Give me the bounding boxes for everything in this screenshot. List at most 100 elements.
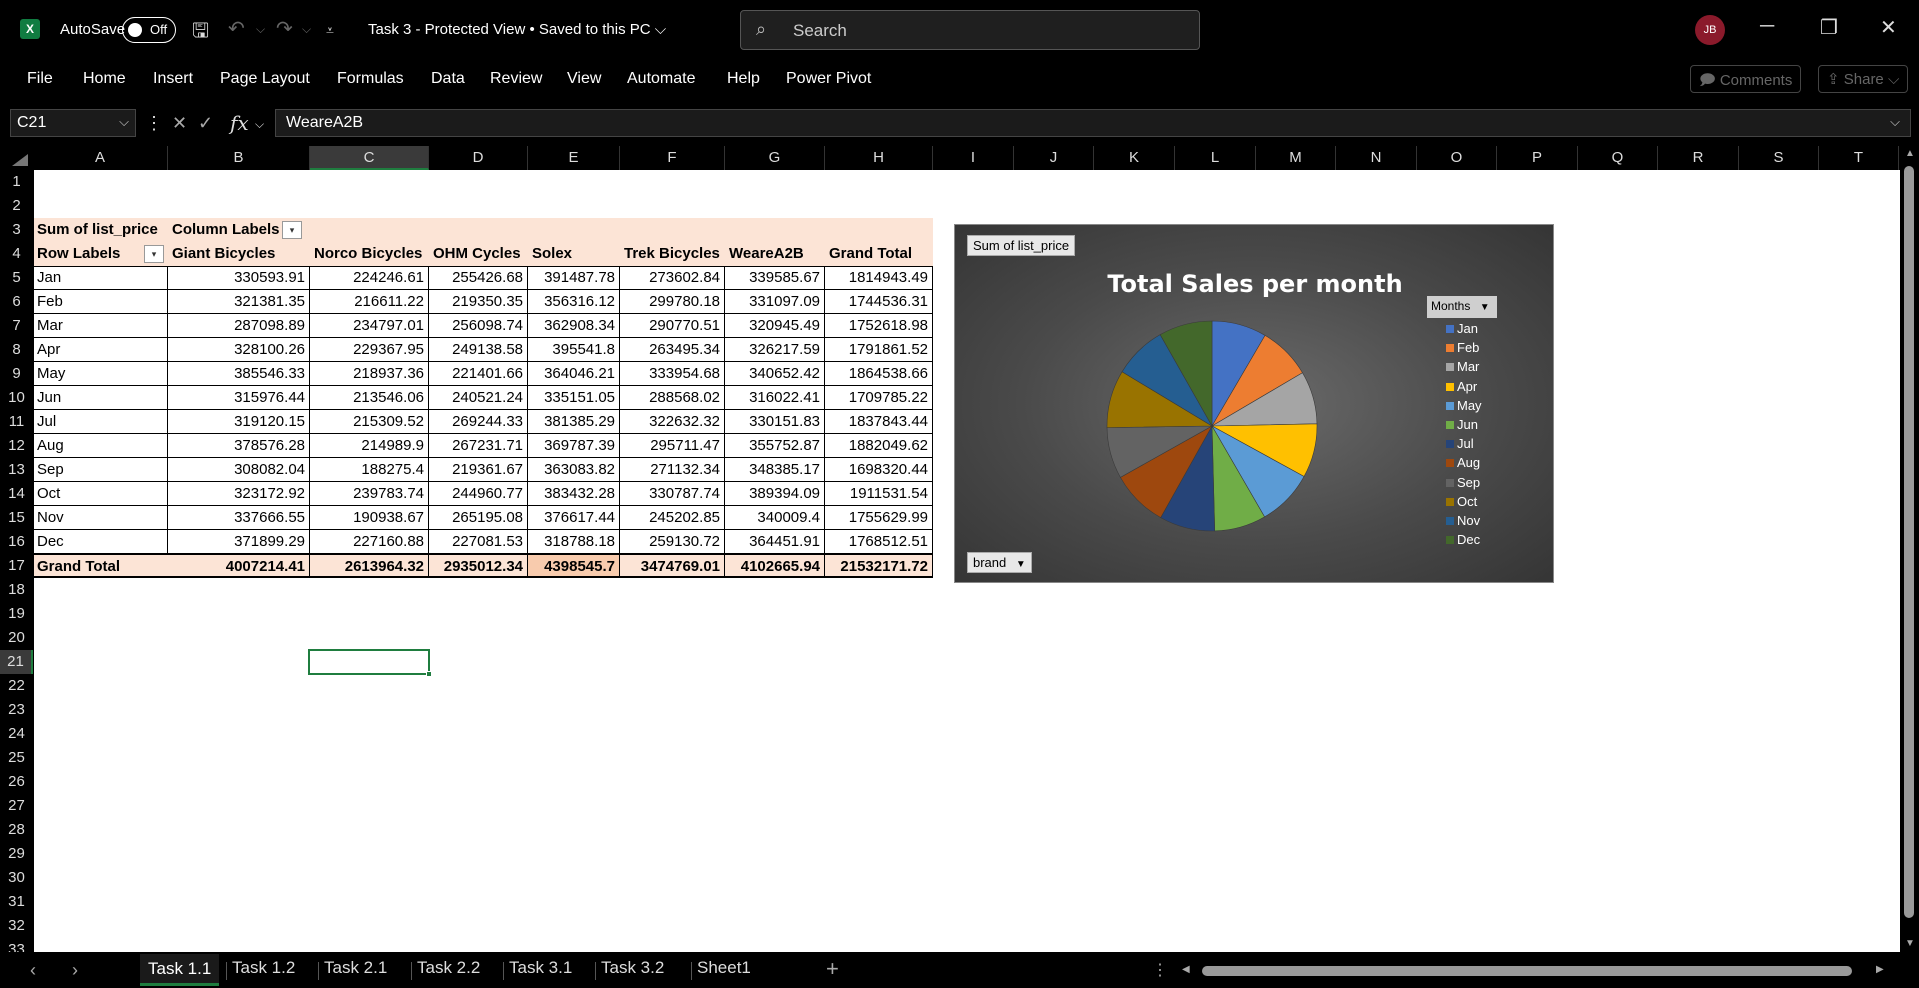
pivot-value-cell[interactable]: 376617.44 [528,506,620,530]
pivot-value-cell[interactable]: 378576.28 [168,434,310,458]
pivot-column-header[interactable]: Solex [528,242,620,266]
pivot-value-cell[interactable]: 385546.33 [168,362,310,386]
pivot-column-header[interactable]: WeareA2B [725,242,825,266]
pivot-value-cell[interactable]: 339585.67 [725,266,825,290]
pivot-value-cell[interactable]: 1752618.98 [825,314,933,338]
legend-item-dec[interactable]: Dec [1446,532,1480,550]
pivot-row-label[interactable]: Oct [34,482,168,506]
row-header-24[interactable]: 24 [0,722,33,746]
pivot-column-header[interactable]: Trek Bicycles [620,242,725,266]
pivot-value-cell[interactable]: 240521.24 [429,386,528,410]
legend-months-button[interactable]: Months ▼ [1427,296,1497,318]
pivot-value-cell[interactable]: 355752.87 [725,434,825,458]
row-header-7[interactable]: 7 [0,314,33,338]
pivot-value-cell[interactable]: 323172.92 [168,482,310,506]
row-header-26[interactable]: 26 [0,770,33,794]
pivot-row-label[interactable]: Jul [34,410,168,434]
row-header-18[interactable]: 18 [0,578,33,602]
pivot-value-cell[interactable]: 295711.47 [620,434,725,458]
pivot-value-cell[interactable]: 1744536.31 [825,290,933,314]
pivot-value-cell[interactable]: 391487.78 [528,266,620,290]
menu-formulas[interactable]: Formulas [337,70,404,88]
avatar[interactable]: JB [1695,15,1725,45]
column-header-r[interactable]: R [1658,146,1739,170]
cancel-icon[interactable]: ✕ [172,113,187,134]
pivot-value-cell[interactable]: 265195.08 [429,506,528,530]
legend-item-sep[interactable]: Sep [1446,475,1480,493]
pivot-value-cell[interactable]: 218937.36 [310,362,429,386]
legend-item-jan[interactable]: Jan [1446,321,1478,339]
enter-icon[interactable]: ✓ [198,113,213,134]
pivot-value-cell[interactable]: 1814943.49 [825,266,933,290]
pivot-value-cell[interactable]: 219361.67 [429,458,528,482]
grand-total-cell[interactable]: 4102665.94 [725,554,825,578]
row-header-5[interactable]: 5 [0,266,33,290]
pivot-value-cell[interactable]: 330787.74 [620,482,725,506]
row-header-9[interactable]: 9 [0,362,33,386]
row-header-33[interactable]: 33 [0,938,33,952]
pivot-value-cell[interactable]: 288568.02 [620,386,725,410]
row-header-25[interactable]: 25 [0,746,33,770]
column-header-h[interactable]: H [825,146,933,170]
legend-item-may[interactable]: May [1446,398,1482,416]
row-header-12[interactable]: 12 [0,434,33,458]
row-header-2[interactable]: 2 [0,194,33,218]
pivot-value-cell[interactable]: 371899.29 [168,530,310,554]
formula-input[interactable]: WeareA2B ⌵ [275,109,1911,137]
axis-field-button[interactable]: brand ▼ [967,552,1032,573]
menu-page-layout[interactable]: Page Layout [220,70,310,88]
customize-toolbar-icon[interactable]: ⩡ [326,22,334,39]
menu-data[interactable]: Data [431,70,465,88]
scroll-left-icon[interactable]: ◀ [1182,964,1190,975]
pivot-value-cell[interactable]: 215309.52 [310,410,429,434]
column-header-c[interactable]: C [310,146,429,170]
pivot-value-cell[interactable]: 216611.22 [310,290,429,314]
pivot-value-cell[interactable]: 364046.21 [528,362,620,386]
legend-item-mar[interactable]: Mar [1446,359,1479,377]
pivot-value-cell[interactable]: 269244.33 [429,410,528,434]
redo-dropdown-icon[interactable]: ⌵ [302,22,311,37]
scroll-down-icon[interactable]: ▼ [1905,938,1915,949]
pivot-value-cell[interactable]: 213546.06 [310,386,429,410]
menu-home[interactable]: Home [83,70,126,88]
column-header-g[interactable]: G [725,146,825,170]
legend-item-feb[interactable]: Feb [1446,340,1479,358]
pivot-value-cell[interactable]: 1698320.44 [825,458,933,482]
active-cell-c21[interactable] [308,649,432,677]
pivot-value-cell[interactable]: 188275.4 [310,458,429,482]
pivot-value-cell[interactable]: 369787.39 [528,434,620,458]
grand-total-cell[interactable]: 4398545.7 [528,554,620,578]
pivot-values-label[interactable]: Sum of list_price [34,218,168,242]
pivot-value-cell[interactable]: 287098.89 [168,314,310,338]
autosave-toggle[interactable]: Off [122,17,176,43]
row-header-22[interactable]: 22 [0,674,33,698]
column-header-e[interactable]: E [528,146,620,170]
row-header-20[interactable]: 20 [0,626,33,650]
sheet-tab-task-2-1[interactable]: Task 2.1 [324,958,387,984]
column-header-o[interactable]: O [1417,146,1497,170]
pivot-value-cell[interactable]: 271132.34 [620,458,725,482]
pivot-value-cell[interactable]: 340009.4 [725,506,825,530]
column-header-p[interactable]: P [1497,146,1578,170]
pivot-value-cell[interactable]: 321381.35 [168,290,310,314]
add-sheet-icon[interactable]: + [826,956,839,982]
select-all-corner[interactable] [12,154,28,166]
sheet-tab-task-2-2[interactable]: Task 2.2 [417,958,480,984]
pivot-value-cell[interactable]: 190938.67 [310,506,429,530]
pivot-value-cell[interactable]: 239783.74 [310,482,429,506]
pivot-value-cell[interactable]: 335151.05 [528,386,620,410]
row-header-27[interactable]: 27 [0,794,33,818]
pivot-value-cell[interactable]: 227081.53 [429,530,528,554]
pivot-value-cell[interactable]: 389394.09 [725,482,825,506]
legend-item-apr[interactable]: Apr [1446,379,1477,397]
pivot-value-cell[interactable]: 316022.41 [725,386,825,410]
pivot-value-cell[interactable]: 1882049.62 [825,434,933,458]
row-header-16[interactable]: 16 [0,530,33,554]
pivot-value-cell[interactable]: 331097.09 [725,290,825,314]
pivot-value-cell[interactable]: 219350.35 [429,290,528,314]
pivot-value-cell[interactable]: 255426.68 [429,266,528,290]
pivot-value-cell[interactable]: 229367.95 [310,338,429,362]
row-header-17[interactable]: 17 [0,554,33,578]
vertical-scroll-thumb[interactable] [1904,166,1914,918]
legend-item-aug[interactable]: Aug [1446,455,1480,473]
